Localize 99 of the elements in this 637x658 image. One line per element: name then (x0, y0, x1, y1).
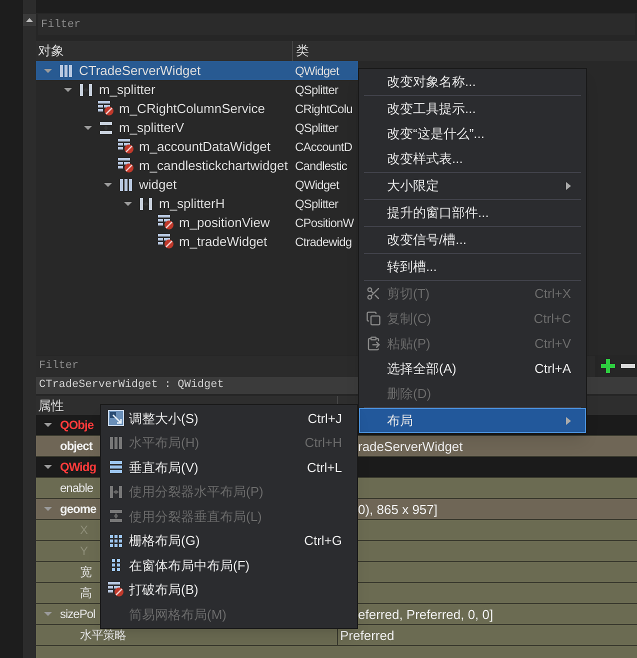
filter-field[interactable]: Filter (38, 14, 635, 35)
expand-arrow-icon[interactable] (64, 86, 72, 94)
tree-row[interactable]: m_tradeWidget Ctradewidg (36, 232, 358, 251)
object-name: m_splitterV (119, 118, 184, 137)
broken-layout-icon (118, 158, 134, 173)
up-arrow-icon (26, 18, 33, 22)
tree-row[interactable]: m_candlestickchartwidget Candlestic (36, 156, 358, 175)
submenu-arrow-icon (566, 182, 571, 190)
cut-icon (366, 286, 381, 301)
submenu-arrow-icon (566, 416, 571, 424)
columns-icon (59, 64, 73, 78)
expand-arrow-icon[interactable] (104, 180, 112, 188)
property-value: Preferred (340, 628, 394, 642)
broken-layout-icon (108, 582, 124, 598)
column-header[interactable]: 属性 (38, 398, 64, 413)
shortcut-text: Ctrl+V (534, 334, 571, 353)
broken-layout-icon (158, 234, 174, 249)
tree-row[interactable]: m_splitterH QSplitter (36, 194, 358, 213)
columns-icon (119, 178, 133, 192)
object-name: widget (139, 176, 177, 194)
splitter-icon (108, 509, 122, 524)
class-name: CPositionW (294, 214, 354, 232)
grid-icon (108, 534, 122, 548)
class-name: QWidget (294, 176, 339, 194)
menu-item[interactable]: 垂直布局(V) Ctrl+L (101, 455, 357, 480)
object-name: m_positionView (179, 214, 270, 232)
object-name: m_splitterH (159, 194, 225, 213)
object-name: m_tradeWidget (179, 232, 268, 251)
class-name: QSplitter (294, 196, 338, 212)
scroll-up-button[interactable] (23, 14, 36, 26)
property-name: QObje (60, 419, 94, 431)
rows-icon (108, 460, 122, 474)
expand-arrow-icon[interactable] (44, 463, 52, 471)
property-name: 水平策略 (80, 629, 126, 641)
object-name: m_splitter (99, 80, 156, 99)
menu-item[interactable]: 改变信号/槽... (359, 227, 586, 252)
tree-row[interactable]: m_splitter QSplitter (36, 80, 358, 99)
broken-layout-icon (98, 101, 114, 116)
splitter-icon (79, 82, 93, 96)
tree-row[interactable]: m_splitterV QSplitter (36, 118, 358, 137)
menu-item[interactable]: 打破布局(B) (101, 578, 357, 602)
columns-icon (108, 436, 122, 450)
property-value: 0), 865 x 957] (358, 502, 438, 516)
class-name: CRightColu (294, 100, 352, 118)
shortcut-text: Ctrl+L (306, 458, 342, 476)
menu-item[interactable]: 提升的窗口部件... (359, 200, 586, 225)
shortcut-text: Ctrl+H (304, 434, 342, 452)
menu-item[interactable]: 栅格布局(G) Ctrl+G (101, 528, 357, 553)
class-name: QSplitter (294, 82, 338, 98)
object-name: m_candlestickchartwidget (139, 156, 288, 175)
property-name: QWidg (60, 461, 96, 473)
paste-icon (366, 336, 381, 351)
shortcut-text: Ctrl+A (534, 360, 571, 378)
menu-item[interactable]: 改变对象名称... (359, 69, 586, 94)
class-name: CAccountD (294, 138, 352, 156)
splitter-icon (139, 196, 153, 210)
splitter-icon (108, 484, 122, 499)
column-header[interactable]: 对象 (36, 41, 292, 61)
menu-item[interactable]: 改变工具提示... (359, 96, 586, 121)
tree-row[interactable]: m_accountDataWidget CAccountD (36, 137, 358, 156)
resize-icon (108, 410, 124, 426)
menu-item[interactable]: 在窗体布局中布局(F) (101, 553, 357, 578)
splitter-icon (99, 120, 113, 134)
shortcut-text: Ctrl+J (308, 410, 342, 428)
property-name: 高 (80, 587, 92, 599)
property-value: eferred, Preferred, 0, 0] (358, 608, 494, 620)
class-name: QSplitter (294, 120, 338, 136)
expand-arrow-icon[interactable] (124, 200, 132, 208)
menu-item[interactable]: 大小限定 (359, 173, 586, 198)
menu-item[interactable]: 改变“这是什么”... (359, 121, 586, 146)
property-name: 宽 (80, 566, 92, 578)
property-name: enable (60, 482, 94, 494)
tree-row[interactable]: m_positionView CPositionW (36, 213, 358, 232)
expand-arrow-icon[interactable] (44, 421, 52, 429)
shortcut-text: Ctrl+C (534, 310, 571, 328)
property-name: sizePol (60, 608, 96, 620)
property-name: geome (60, 503, 96, 515)
property-name: object (60, 440, 92, 452)
object-name: m_accountDataWidget (139, 138, 271, 156)
expand-arrow-icon[interactable] (84, 124, 92, 132)
object-name: CTradeServerWidget (79, 62, 201, 80)
menu-item[interactable]: 调整大小(S) Ctrl+J (101, 406, 357, 430)
menu-item[interactable]: 转到槽... (359, 254, 586, 279)
property-value: radeServerWidget (358, 440, 463, 452)
tree-row[interactable]: CTradeServerWidget QWidget (36, 61, 358, 80)
tree-row[interactable]: m_CRightColumnService CRightColu (36, 99, 358, 118)
class-name: Ctradewidg (294, 234, 352, 250)
tree-row[interactable]: widget QWidget (36, 175, 358, 194)
broken-layout-icon (118, 139, 134, 154)
broken-layout-icon (158, 215, 174, 230)
shortcut-text: Ctrl+G (304, 532, 342, 550)
class-name: QWidget (294, 62, 339, 80)
object-name: m_CRightColumnService (119, 100, 265, 118)
menu-item[interactable]: 布局 (359, 408, 586, 433)
menu-item[interactable]: 改变样式表... (359, 146, 586, 171)
copy-icon (366, 311, 381, 326)
add-icon[interactable] (601, 359, 615, 373)
shortcut-text: Ctrl+X (534, 284, 571, 303)
class-name: Candlestic (294, 158, 348, 174)
